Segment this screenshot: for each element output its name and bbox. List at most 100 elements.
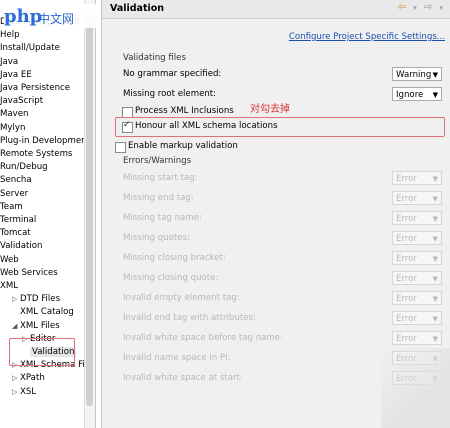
error-row-label: Missing closing quote: <box>123 273 219 283</box>
tree-item[interactable]: Terminal <box>0 214 36 227</box>
error-row-value: Error <box>396 314 417 324</box>
tree-item-label: Plug-in Development <box>0 135 90 146</box>
missing-root-dropdown[interactable]: Ignore ▼ <box>392 87 442 101</box>
validation-panel: Validation ⇦ ▾ ⇨ ▾ Configure Project Spe… <box>101 0 450 428</box>
tree-item[interactable]: Validation <box>0 240 42 253</box>
tree-item[interactable]: XML Catalog <box>12 306 74 319</box>
tree-item-label: XML <box>0 281 19 291</box>
tree-scrollbar[interactable] <box>84 0 95 428</box>
tree-item[interactable]: Run/Debug <box>0 161 48 174</box>
error-row-label: Missing quotes: <box>123 233 190 243</box>
chevron-down-icon: ▼ <box>432 215 438 223</box>
tree-item[interactable]: Java <box>0 56 18 69</box>
tree-item[interactable]: ▷ XPath <box>12 372 45 385</box>
process-xinclusions-label: Process XML Inclusions <box>135 106 234 116</box>
no-grammar-dropdown[interactable]: Warning ▼ <box>392 67 442 81</box>
error-row-dropdown[interactable]: Error ▼ <box>392 271 442 285</box>
validating-files-label: Validating files <box>123 53 186 63</box>
chevron-down-icon: ▼ <box>432 71 438 79</box>
tree-item-label: Team <box>0 201 23 212</box>
tree-item[interactable]: Web Services <box>0 267 58 280</box>
error-row-label: Invalid name space in PI: <box>123 353 231 363</box>
tree-item[interactable]: Java Persistence <box>0 82 70 95</box>
back-menu-icon[interactable]: ▾ <box>413 4 417 12</box>
chevron-down-icon: ▼ <box>432 315 438 323</box>
tree-item[interactable]: Install/Update <box>0 42 60 55</box>
error-row-label: Invalid white space at start: <box>123 373 243 383</box>
tree-item[interactable]: ▷ DTD Files <box>12 293 60 306</box>
error-row-dropdown[interactable]: Error ▼ <box>392 211 442 225</box>
forward-menu-icon[interactable]: ▾ <box>439 4 443 12</box>
tree-item[interactable]: Team <box>0 201 23 214</box>
error-row-value: Error <box>396 254 417 264</box>
nav-arrows: ⇦ ▾ ⇨ ▾ <box>394 2 443 13</box>
tree-item-label: Remote Systems <box>0 149 73 159</box>
watermark: php 中文网 <box>4 4 96 28</box>
tree-item[interactable]: Tomcat <box>0 227 31 240</box>
chevron-down-icon: ▼ <box>432 295 438 303</box>
errors-warnings-label: Errors/Warnings <box>123 156 192 166</box>
tree-item-label: XML Files <box>20 320 60 331</box>
tree-item[interactable]: Server <box>0 188 28 201</box>
tree-item-label: Mylyn <box>0 122 26 133</box>
tree-item-label: Help <box>0 30 20 41</box>
tree-item[interactable]: Remote Systems <box>0 148 72 161</box>
tree-item-label: XSL <box>20 386 37 397</box>
tree-item[interactable]: Sencha <box>0 174 32 187</box>
enable-markup-label: Enable markup validation <box>128 141 238 151</box>
error-row-dropdown[interactable]: Error ▼ <box>392 291 442 305</box>
error-row-value: Error <box>396 214 417 224</box>
highlight-box-honour <box>115 117 445 137</box>
tree-item-label: Server <box>0 188 29 199</box>
tree-item[interactable]: Help <box>0 29 20 42</box>
tree-item-label: Run/Debug <box>0 162 48 173</box>
error-row-dropdown[interactable]: Error ▼ <box>392 311 442 325</box>
page-title: Validation <box>110 3 165 14</box>
tree-item[interactable]: Web <box>0 254 19 267</box>
tree-item[interactable]: Mylyn <box>0 122 25 135</box>
panel-header: Validation ⇦ ▾ ⇨ ▾ <box>102 0 450 19</box>
tree-item-label: Maven <box>0 109 29 120</box>
chevron-down-icon: ▼ <box>432 275 438 283</box>
collapsed-arrow-icon[interactable]: ▷ <box>12 293 20 306</box>
tree-item-label: XML Catalog <box>20 307 74 318</box>
enable-markup-checkbox[interactable] <box>115 142 126 153</box>
error-row-dropdown[interactable]: Error ▼ <box>392 251 442 265</box>
tree-item[interactable]: JavaScript <box>0 95 43 108</box>
chevron-down-icon: ▼ <box>432 175 438 183</box>
error-row-label: Invalid end tag with attributes: <box>123 313 256 323</box>
forward-arrow-icon[interactable]: ⇨ <box>424 2 432 13</box>
error-row-dropdown[interactable]: Error ▼ <box>392 231 442 245</box>
tree-scrollbar-thumb[interactable] <box>86 16 93 406</box>
error-row-dropdown[interactable]: Error ▼ <box>392 171 442 185</box>
collapsed-arrow-icon[interactable]: ▷ <box>12 386 20 399</box>
configure-project-link[interactable]: Configure Project Specific Settings... <box>289 32 445 42</box>
no-grammar-label: No grammar specified: <box>123 69 222 79</box>
expanded-arrow-icon[interactable]: ◢ <box>12 320 20 333</box>
error-row-value: Error <box>396 194 417 204</box>
collapsed-arrow-icon[interactable]: ▷ <box>12 372 20 385</box>
tree-item[interactable]: ▷ XSL <box>12 386 36 399</box>
tree-item[interactable]: XML <box>0 280 18 293</box>
tree-item-label: Java Persistence <box>0 83 71 93</box>
tree-item[interactable]: Plug-in Development <box>0 135 90 148</box>
chevron-down-icon: ▼ <box>432 335 438 343</box>
tree-item[interactable]: Maven <box>0 108 29 121</box>
back-arrow-icon[interactable]: ⇦ <box>398 2 406 13</box>
tree-item-label: Install/Update <box>0 43 60 54</box>
annotation-text: 对勾去掉 <box>250 104 290 115</box>
error-row-label: Missing start tag: <box>123 173 198 183</box>
tree-item-label: Java <box>0 56 19 67</box>
chevron-down-icon: ▼ <box>432 195 438 203</box>
tree-item-label: Validation <box>0 241 43 252</box>
error-row-value: Error <box>396 234 417 244</box>
tree-item-label: JavaScript <box>0 96 44 107</box>
no-grammar-value: Warning <box>396 70 432 80</box>
tree-item[interactable]: ◢ XML Files <box>12 320 60 333</box>
missing-root-label: Missing root element: <box>123 89 217 99</box>
tree-item[interactable]: Java EE <box>0 69 32 82</box>
error-row-dropdown[interactable]: Error ▼ <box>392 191 442 205</box>
error-row-value: Error <box>396 274 417 284</box>
error-row-dropdown[interactable]: Error ▼ <box>392 331 442 345</box>
tree-item-label: Web <box>0 254 19 265</box>
